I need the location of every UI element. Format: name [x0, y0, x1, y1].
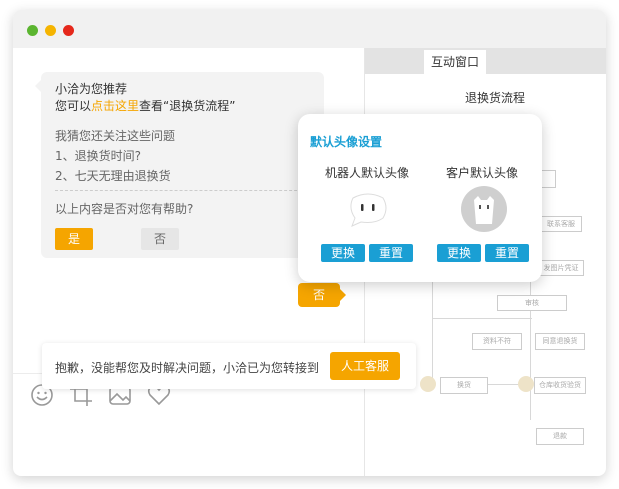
customer-avatar-label: 客户默认头像 — [446, 166, 519, 180]
card-divider — [55, 190, 317, 191]
title-bar — [13, 10, 606, 48]
human-agent-button[interactable]: 人工客服 — [330, 352, 400, 380]
customer-change-button[interactable]: 更换 — [437, 244, 481, 262]
link-prefix: 您可以 — [55, 99, 92, 113]
no-button[interactable]: 否 — [141, 228, 179, 250]
flow-box-review: 审核 — [497, 295, 567, 311]
process-link-line: 您可以点击这里查看“退换货流程” — [55, 97, 235, 114]
flow-box-exchange: 换货 — [440, 377, 488, 394]
helpful-question: 以上内容是否对您有帮助? — [55, 202, 194, 216]
flow-box-warehouse: 仓库收货验货 — [534, 377, 586, 394]
bot-recommendation-card: 小洽为您推荐 您可以点击这里查看“退换货流程” 我猜您还关注这些问题 1、退换货… — [35, 72, 324, 258]
transfer-notice-text: 抱歉，没能帮您及时解决问题，小洽已为您转接到 — [55, 361, 320, 375]
avatar-settings-popup: 默认头像设置 机器人默认头像 客户默认头像 更换 重置 更换 重置 — [298, 114, 542, 282]
customer-reset-button[interactable]: 重置 — [485, 244, 529, 262]
popup-title: 默认头像设置 — [310, 135, 383, 149]
flow-title: 退换货流程 — [464, 91, 525, 105]
window-minimize-button[interactable] — [27, 25, 38, 36]
yes-button[interactable]: 是 — [55, 228, 93, 250]
window-maximize-button[interactable] — [45, 25, 56, 36]
faq-item[interactable]: 2、七天无理由退换货 — [55, 167, 171, 184]
flow-box-refund: 退款 — [536, 428, 584, 445]
robot-change-button[interactable]: 更换 — [321, 244, 365, 262]
flow-box-evidence: 发图片凭证 — [538, 260, 584, 276]
flow-box-approve: 同意退换货 — [535, 333, 585, 350]
faq-title: 我猜您还关注这些问题 — [55, 129, 176, 143]
link-suffix: 查看“退换货流程” — [139, 99, 236, 113]
faq-item[interactable]: 1、退换货时间? — [55, 147, 141, 164]
customer-avatar-icon — [461, 186, 507, 236]
flow-person-icon — [420, 376, 436, 392]
flow-person-icon — [518, 376, 534, 392]
window-close-button[interactable] — [63, 25, 74, 36]
flow-box-mismatch: 资料不符 — [472, 333, 522, 350]
tab-interactive-window[interactable]: 互动窗口 — [424, 50, 486, 74]
transfer-notice: 抱歉，没能帮您及时解决问题，小洽已为您转接到 人工客服 — [42, 343, 416, 389]
click-here-link[interactable]: 点击这里 — [91, 99, 139, 113]
flow-connector — [432, 318, 532, 319]
flow-box-contact: 联系客服 — [540, 216, 582, 232]
robot-avatar-label: 机器人默认头像 — [325, 166, 410, 180]
recommend-line: 小洽为您推荐 — [55, 82, 128, 96]
flow-panel-header: 互动窗口 — [365, 48, 606, 74]
user-reply-bubble: 否 — [298, 283, 346, 307]
robot-avatar-icon — [347, 192, 389, 232]
robot-reset-button[interactable]: 重置 — [369, 244, 413, 262]
